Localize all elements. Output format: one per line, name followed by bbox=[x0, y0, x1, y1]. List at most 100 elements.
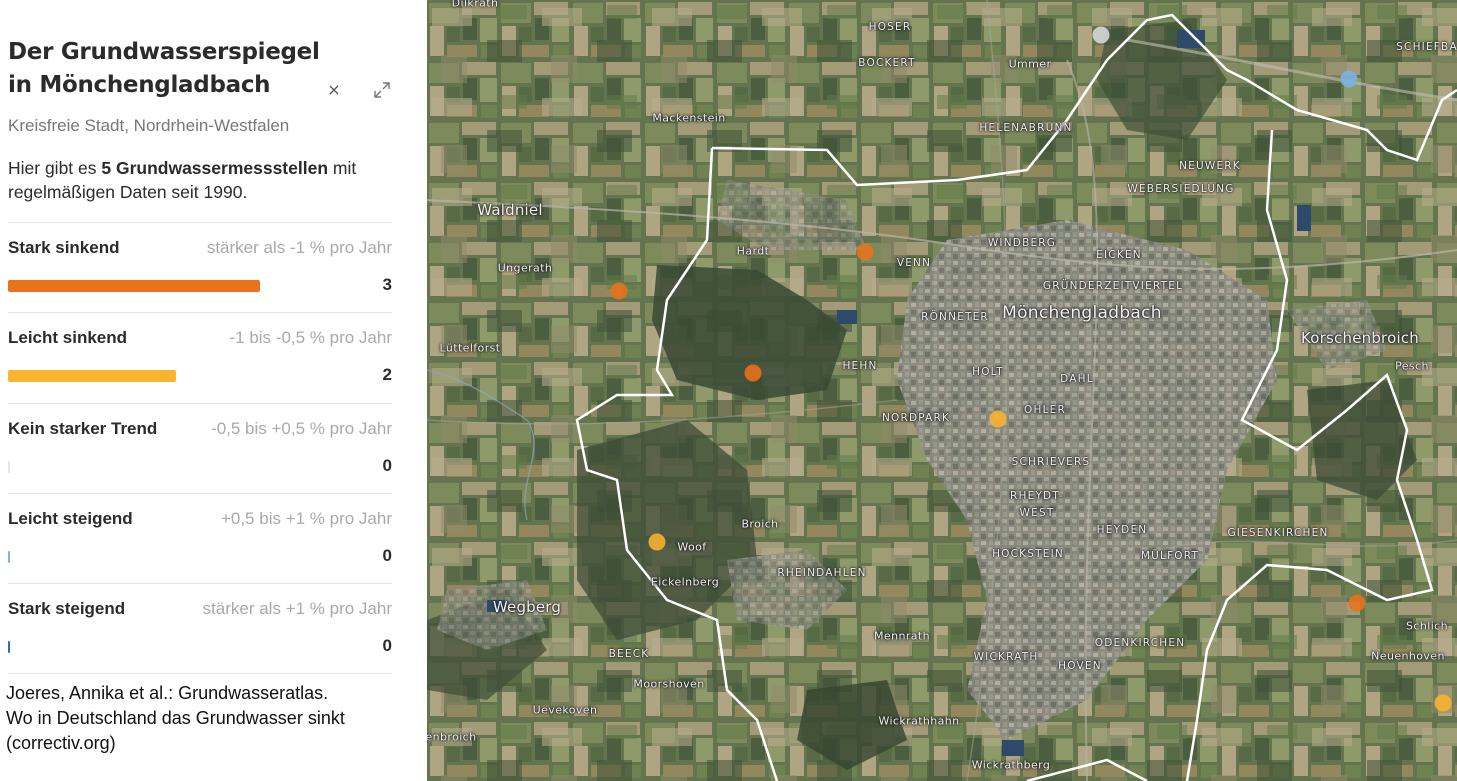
expand-icon[interactable] bbox=[372, 80, 392, 100]
map-label-district: DAHL bbox=[1060, 373, 1094, 385]
station-marker[interactable] bbox=[744, 364, 762, 382]
trend-bar bbox=[8, 461, 10, 473]
trend-range: stärker als +1 % pro Jahr bbox=[202, 599, 392, 618]
trend-count: 0 bbox=[382, 546, 392, 565]
trend-row-stark-steigend: Stark steigend stärker als +1 % pro Jahr… bbox=[8, 583, 392, 674]
trend-bar bbox=[8, 370, 176, 382]
map-label-place: Lüttelforst bbox=[439, 341, 501, 355]
trend-count: 3 bbox=[382, 275, 392, 294]
map-label-town: Wegberg bbox=[492, 598, 562, 616]
map-label-district: MÜLFORT bbox=[1140, 550, 1200, 562]
trend-bar bbox=[8, 641, 10, 653]
map-label-district: BEECK bbox=[608, 648, 650, 660]
satellite-terrain bbox=[427, 0, 1457, 781]
trend-count: 2 bbox=[382, 365, 392, 384]
region-subtitle: Kreisfreie Stadt, Nordrhein-Westfalen bbox=[8, 116, 290, 135]
station-marker[interactable] bbox=[1348, 594, 1366, 612]
trend-label: Leicht steigend bbox=[8, 509, 133, 528]
map-label-place: Mackenstein bbox=[652, 111, 726, 125]
summary-text: Hier gibt es 5 Grundwassermessstellen mi… bbox=[8, 156, 408, 204]
map-label-district: WICKRATH bbox=[973, 651, 1039, 663]
map-label-place: Schlich bbox=[1406, 619, 1448, 633]
map-label-place: Wickrathberg bbox=[971, 758, 1051, 772]
map-label-place: Ummer bbox=[1008, 57, 1052, 71]
station-marker[interactable] bbox=[1434, 694, 1452, 712]
station-marker[interactable] bbox=[856, 243, 874, 261]
map-label-district: HEYDEN bbox=[1096, 524, 1148, 536]
map-label-place: Woof bbox=[677, 540, 707, 554]
map-label-district: SCHIEFBA bbox=[1396, 41, 1457, 53]
station-marker[interactable] bbox=[1340, 70, 1358, 88]
station-marker[interactable] bbox=[989, 410, 1007, 428]
map-label-place: Wickrathhahn bbox=[878, 714, 960, 728]
summary-prefix: Hier gibt es bbox=[8, 158, 102, 178]
map-label-place: Ungerath bbox=[497, 261, 553, 275]
trend-row-leicht-steigend: Leicht steigend +0,5 bis +1 % pro Jahr 0 bbox=[8, 493, 392, 584]
map-label-district: BOCKERT bbox=[858, 57, 916, 69]
map-label-district: RHEYDT- bbox=[1010, 490, 1064, 502]
trend-bar-track bbox=[8, 461, 358, 473]
panel-title: Der Grundwasserspiegel in Mönchengladbac… bbox=[8, 39, 320, 98]
trend-label: Kein starker Trend bbox=[8, 419, 158, 438]
map-label-district: GRÜNDERZEITVIERTEL bbox=[1042, 280, 1184, 292]
trend-label: Stark sinkend bbox=[8, 238, 120, 257]
map-label-district: NORDPARK bbox=[881, 412, 951, 424]
trend-bar-track bbox=[8, 641, 358, 653]
map-label-place: Eickelnberg bbox=[650, 575, 720, 589]
trend-label: Stark steigend bbox=[8, 599, 126, 618]
trend-count: 0 bbox=[382, 636, 392, 655]
map-label-district: EICKEN bbox=[1096, 249, 1142, 261]
station-marker[interactable] bbox=[648, 533, 666, 551]
map-label-district: NEUWERK bbox=[1179, 160, 1241, 172]
trend-range: -0,5 bis +0,5 % pro Jahr bbox=[211, 419, 392, 438]
map-label-district: HOLT bbox=[972, 366, 1004, 378]
trend-range: stärker als -1 % pro Jahr bbox=[206, 238, 392, 257]
trend-bar-track bbox=[8, 370, 358, 382]
close-icon[interactable]: × bbox=[326, 80, 342, 100]
trend-row-stark-sinkend: Stark sinkend stärker als -1 % pro Jahr … bbox=[8, 222, 392, 313]
map-label-district: HELENABRUNN bbox=[979, 122, 1073, 134]
trend-bar-track bbox=[8, 551, 358, 563]
divider bbox=[8, 673, 392, 675]
source-line: Joeres, Annika et al.: Grundwasseratlas. bbox=[6, 683, 329, 703]
summary-station-count: 5 Grundwassermessstellen bbox=[101, 158, 329, 178]
map-label-district: OHLER bbox=[1024, 404, 1066, 416]
trend-row-leicht-sinkend: Leicht sinkend -1 bis -0,5 % pro Jahr 2 bbox=[8, 312, 392, 403]
map-label-town: Korschenbroich bbox=[1301, 329, 1419, 347]
map-label-place: Mennrath bbox=[874, 629, 930, 643]
source-line: (correctiv.org) bbox=[6, 733, 116, 753]
map-label-city: Mönchengladbach bbox=[1002, 303, 1162, 323]
map-label-district: WEBERSIEDLUNG bbox=[1127, 183, 1235, 195]
trend-range: -1 bis -0,5 % pro Jahr bbox=[229, 328, 392, 347]
map-label-place: Neuenhoven bbox=[1371, 649, 1445, 663]
trend-count: 0 bbox=[382, 456, 392, 475]
map-label-place: enbroich bbox=[427, 730, 477, 744]
map-label-district: RHEINDAHLEN bbox=[777, 567, 867, 579]
map-label-place: Dilkrath bbox=[451, 0, 499, 10]
satellite-map[interactable]: Dilkrath HOSER BOCKERT Ummer SCHIEFBA Ma… bbox=[427, 0, 1457, 781]
map-label-place: Hardt bbox=[736, 244, 770, 258]
trend-bar bbox=[8, 551, 10, 563]
trend-label: Leicht sinkend bbox=[8, 328, 128, 347]
map-label-district: HOSER bbox=[868, 21, 912, 33]
map-label-district: RÖNNETER bbox=[921, 311, 989, 323]
trend-bar-track bbox=[8, 280, 358, 292]
map-label-district: VENN bbox=[896, 257, 932, 269]
map-label-district: HOCKSTEIN bbox=[992, 548, 1064, 560]
map-label-place: Moorshoven bbox=[633, 677, 705, 691]
map-label-district: ODENKIRCHEN bbox=[1094, 637, 1186, 649]
station-marker[interactable] bbox=[1092, 26, 1110, 44]
map-label-town: Waldniel bbox=[477, 201, 543, 219]
source-citation: Joeres, Annika et al.: Grundwasseratlas.… bbox=[6, 681, 421, 756]
source-line: Wo in Deutschland das Grundwasser sinkt bbox=[6, 708, 345, 728]
map-label-district: WINDBERG bbox=[987, 237, 1057, 249]
trend-range: +0,5 bis +1 % pro Jahr bbox=[220, 509, 392, 528]
station-marker[interactable] bbox=[610, 282, 628, 300]
map-label-district: GIESENKIRCHEN bbox=[1227, 527, 1329, 539]
info-panel: Der Grundwasserspiegel in Mönchengladbac… bbox=[0, 0, 427, 781]
expand-arrows-icon bbox=[374, 82, 390, 98]
map-label-district: WEST bbox=[1019, 507, 1055, 519]
map-label-district: SCHRIEVERS bbox=[1011, 456, 1091, 468]
map-label-place: Uevekoven bbox=[532, 703, 598, 717]
map-label-district: HEHN bbox=[842, 360, 878, 372]
